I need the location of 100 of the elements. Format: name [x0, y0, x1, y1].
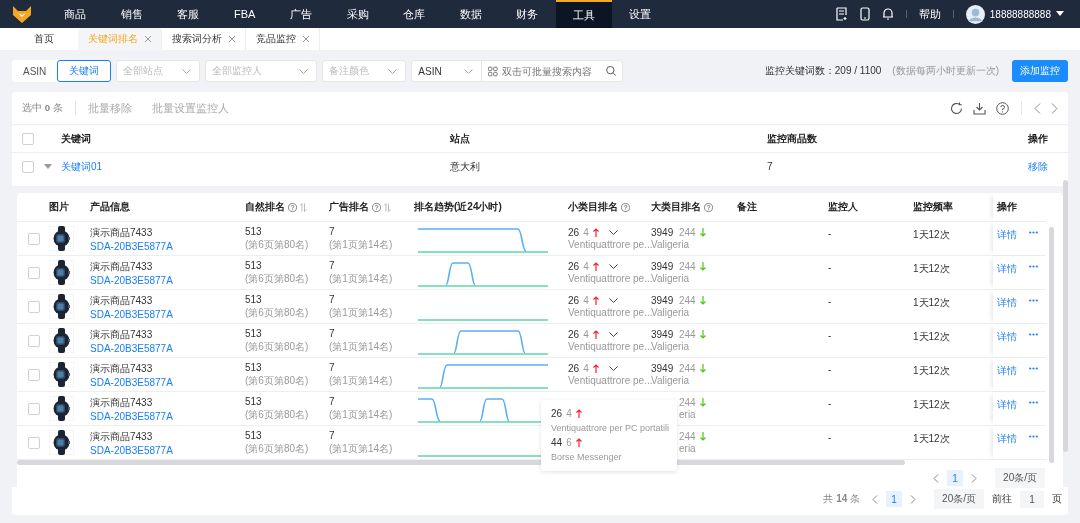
- avatar-icon[interactable]: [965, 4, 985, 24]
- keyword-link[interactable]: 关键词01: [61, 159, 103, 174]
- details-link[interactable]: 详情: [997, 364, 1017, 378]
- page-number[interactable]: 1: [947, 470, 964, 486]
- close-icon[interactable]: [229, 36, 235, 42]
- table-cell: -: [828, 398, 832, 409]
- page-number[interactable]: 1: [886, 491, 903, 507]
- page-tab[interactable]: 竞品监控: [246, 28, 320, 50]
- mode-toggle[interactable]: ASIN: [12, 60, 58, 82]
- more-icon[interactable]: [1029, 299, 1038, 302]
- help-link[interactable]: 帮助: [918, 6, 941, 22]
- phone-icon[interactable]: [859, 7, 870, 21]
- sku-link[interactable]: SDA-20B3E5877A: [90, 444, 173, 456]
- more-icon[interactable]: [1029, 231, 1038, 234]
- sort-icon[interactable]: [384, 202, 391, 212]
- nav-item[interactable]: 广告: [273, 0, 330, 28]
- row-checkbox[interactable]: [28, 232, 40, 245]
- bell-icon[interactable]: [881, 7, 894, 21]
- vertical-scrollbar[interactable]: [1049, 227, 1054, 463]
- more-icon[interactable]: [1029, 333, 1038, 336]
- user-name[interactable]: 18888888888: [989, 8, 1051, 20]
- sku-link[interactable]: SDA-20B3E5877A: [90, 308, 173, 320]
- nav-item[interactable]: 商品: [47, 0, 104, 28]
- details-link[interactable]: 详情: [997, 398, 1017, 412]
- page-size-dropdown[interactable]: 20条/页: [995, 468, 1045, 488]
- caret-down-icon[interactable]: [1056, 11, 1064, 17]
- category-rank: 3949: [651, 329, 674, 340]
- row-checkbox[interactable]: [28, 402, 40, 415]
- help-icon[interactable]: [621, 202, 630, 212]
- chevron-down-icon: [182, 68, 192, 74]
- chevron-right-icon[interactable]: [1051, 102, 1058, 114]
- chevron-left-icon[interactable]: [872, 494, 879, 504]
- nav-item[interactable]: 客服: [160, 0, 217, 28]
- row-checkbox[interactable]: [22, 160, 34, 173]
- document-icon[interactable]: [835, 7, 848, 21]
- chevron-down-icon[interactable]: [608, 298, 618, 303]
- rank-change: 244: [679, 431, 696, 442]
- help-icon[interactable]: [288, 202, 297, 212]
- chevron-right-icon[interactable]: [971, 473, 978, 483]
- row-checkbox[interactable]: [28, 300, 40, 313]
- details-link[interactable]: 详情: [997, 262, 1017, 276]
- row-checkbox[interactable]: [28, 368, 40, 381]
- more-icon[interactable]: [1029, 265, 1038, 268]
- help-icon[interactable]: [704, 202, 713, 212]
- nav-item[interactable]: 采购: [329, 0, 386, 28]
- chevron-down-icon[interactable]: [608, 366, 618, 371]
- nav-item[interactable]: FBA: [216, 0, 273, 28]
- column-header: 关键词: [61, 131, 91, 146]
- quota-text: 监控关键词数：209 / 1100: [764, 64, 882, 78]
- category-rank: 26: [551, 408, 563, 419]
- more-icon[interactable]: [1029, 401, 1038, 404]
- row-checkbox[interactable]: [28, 266, 40, 279]
- details-link[interactable]: 详情: [997, 296, 1017, 310]
- row-checkbox[interactable]: [28, 436, 40, 449]
- nav-item[interactable]: 销售: [103, 0, 160, 28]
- nav-item[interactable]: 财务: [499, 0, 556, 28]
- details-link[interactable]: 详情: [997, 432, 1017, 446]
- vertical-scrollbar[interactable]: [1063, 180, 1068, 452]
- sku-link[interactable]: SDA-20B3E5877A: [90, 274, 173, 286]
- remove-link[interactable]: 移除: [1028, 159, 1048, 174]
- page-tab[interactable]: 首页: [10, 28, 78, 50]
- chevron-down-icon[interactable]: [608, 264, 618, 269]
- ad-rank: 7: [329, 395, 335, 407]
- sku-link[interactable]: SDA-20B3E5877A: [90, 410, 173, 422]
- page-tab[interactable]: 搜索词分析: [162, 28, 246, 50]
- expand-caret-icon[interactable]: [44, 164, 52, 169]
- sku-link[interactable]: SDA-20B3E5877A: [90, 240, 173, 252]
- more-icon[interactable]: [1029, 435, 1038, 438]
- chevron-left-icon[interactable]: [933, 473, 940, 483]
- sku-link[interactable]: SDA-20B3E5877A: [90, 342, 173, 354]
- sort-icon[interactable]: [300, 202, 307, 212]
- sku-link[interactable]: SDA-20B3E5877A: [90, 376, 173, 388]
- nav-item[interactable]: 数据: [442, 0, 499, 28]
- nav-item[interactable]: 设置: [612, 0, 669, 28]
- nav-item[interactable]: 仓库: [386, 0, 443, 28]
- close-icon[interactable]: [145, 36, 151, 42]
- chevron-down-icon[interactable]: [608, 332, 618, 337]
- add-monitor-button[interactable]: 添加监控: [1012, 60, 1068, 82]
- column-header: 小类目排名: [568, 200, 618, 214]
- nav-item[interactable]: 工具: [555, 0, 612, 28]
- page-size-dropdown[interactable]: 20条/页: [934, 489, 984, 509]
- close-icon[interactable]: [303, 36, 309, 42]
- category-name: Ventiquattrore per PC portatili: [551, 422, 667, 434]
- chevron-left-icon[interactable]: [1034, 102, 1041, 114]
- help-icon[interactable]: [996, 101, 1009, 115]
- help-icon[interactable]: [372, 202, 381, 212]
- row-checkbox[interactable]: [28, 334, 40, 347]
- table-cell: 1天12次: [913, 432, 950, 446]
- details-link[interactable]: 详情: [997, 228, 1017, 242]
- select-all-checkbox[interactable]: [22, 132, 34, 145]
- more-icon[interactable]: [1029, 367, 1038, 370]
- fox-logo-icon[interactable]: [12, 4, 32, 24]
- download-icon[interactable]: [973, 101, 986, 115]
- chevron-down-icon[interactable]: [608, 230, 618, 235]
- refresh-icon[interactable]: [950, 101, 963, 115]
- mode-toggle[interactable]: 关键词: [57, 60, 112, 82]
- table-cell: 1天12次: [913, 262, 950, 276]
- total-count: 共 14 条: [823, 492, 861, 506]
- chevron-right-icon[interactable]: [910, 494, 917, 504]
- details-link[interactable]: 详情: [997, 330, 1017, 344]
